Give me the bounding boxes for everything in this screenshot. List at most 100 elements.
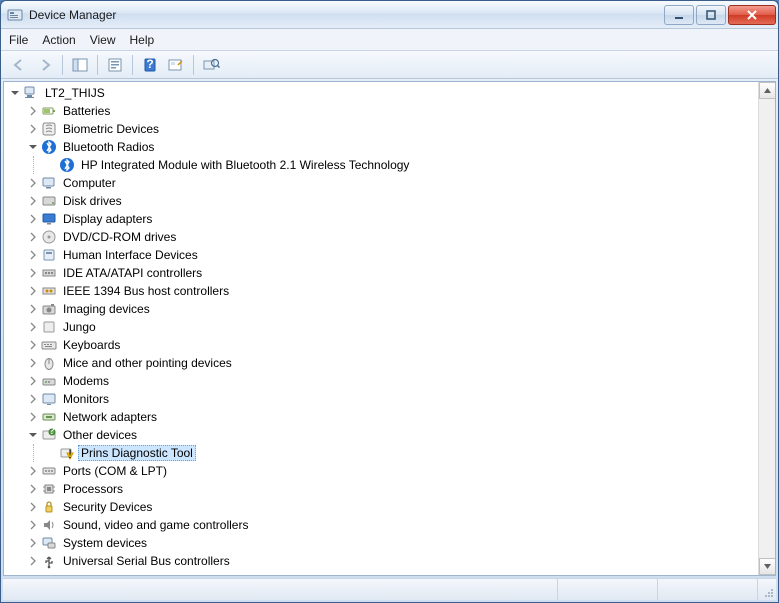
- display-icon: [41, 211, 57, 227]
- expand-icon[interactable]: [26, 500, 40, 514]
- category-label[interactable]: Human Interface Devices: [60, 247, 201, 263]
- resize-grip[interactable]: [758, 579, 776, 600]
- expand-icon[interactable]: [26, 284, 40, 298]
- bluetooth-icon: [41, 139, 57, 155]
- expand-icon[interactable]: [26, 464, 40, 478]
- properties-button[interactable]: [103, 54, 127, 76]
- expand-icon[interactable]: [26, 176, 40, 190]
- category-label[interactable]: Bluetooth Radios: [60, 139, 157, 155]
- category-label[interactable]: Biometric Devices: [60, 121, 162, 137]
- menubar: File Action View Help: [1, 29, 778, 51]
- category-label[interactable]: Modems: [60, 373, 112, 389]
- menu-help[interactable]: Help: [130, 33, 155, 47]
- tree-device: !Prins Diagnostic Tool: [44, 444, 758, 462]
- root-label[interactable]: LT2_THIJS: [42, 85, 108, 101]
- category-label[interactable]: Security Devices: [60, 499, 155, 515]
- maximize-button[interactable]: [696, 5, 726, 25]
- system-icon: [41, 535, 57, 551]
- scroll-up-button[interactable]: [759, 82, 776, 99]
- expand-icon[interactable]: [26, 212, 40, 226]
- warning-icon: !: [59, 445, 75, 461]
- expand-icon[interactable]: [26, 338, 40, 352]
- category-label[interactable]: Imaging devices: [60, 301, 153, 317]
- expand-icon[interactable]: [26, 266, 40, 280]
- scroll-down-button[interactable]: [759, 558, 776, 575]
- tree-spacer: [44, 446, 58, 460]
- category-label[interactable]: Batteries: [60, 103, 113, 119]
- device-label[interactable]: Prins Diagnostic Tool: [78, 445, 196, 461]
- expand-icon[interactable]: [26, 302, 40, 316]
- back-button[interactable]: [7, 54, 31, 76]
- category-label[interactable]: Jungo: [60, 319, 99, 335]
- device-label[interactable]: HP Integrated Module with Bluetooth 2.1 …: [78, 157, 412, 173]
- tree-root: LT2_THIJS Batteries Biometric Devices Bluet…: [8, 84, 758, 570]
- expand-icon[interactable]: [26, 518, 40, 532]
- collapse-icon[interactable]: [26, 428, 40, 442]
- expand-icon[interactable]: [26, 320, 40, 334]
- expand-icon[interactable]: [26, 122, 40, 136]
- expand-icon[interactable]: [26, 410, 40, 424]
- expand-icon[interactable]: [26, 230, 40, 244]
- update-driver-button[interactable]: [199, 54, 223, 76]
- expand-icon[interactable]: [26, 536, 40, 550]
- scan-hardware-button[interactable]: [164, 54, 188, 76]
- menu-view[interactable]: View: [90, 33, 116, 47]
- tree-category: Processors: [26, 480, 758, 498]
- category-label[interactable]: System devices: [60, 535, 150, 551]
- collapse-icon[interactable]: [8, 86, 22, 100]
- category-label[interactable]: Disk drives: [60, 193, 125, 209]
- firewire-icon: [41, 283, 57, 299]
- device-tree[interactable]: LT2_THIJS Batteries Biometric Devices Bluet…: [4, 82, 758, 575]
- expand-icon[interactable]: [26, 194, 40, 208]
- status-cell: [558, 579, 658, 600]
- category-label[interactable]: Monitors: [60, 391, 112, 407]
- tree-category: Security Devices: [26, 498, 758, 516]
- device-manager-window: Device Manager File Action View Help: [0, 0, 779, 603]
- tree-category: Sound, video and game controllers: [26, 516, 758, 534]
- show-hide-console-tree-button[interactable]: [68, 54, 92, 76]
- expand-icon[interactable]: [26, 482, 40, 496]
- menu-action[interactable]: Action: [42, 33, 75, 47]
- expand-icon[interactable]: [26, 374, 40, 388]
- toolbar-separator: [132, 55, 133, 75]
- toolbar-separator: [193, 55, 194, 75]
- category-label[interactable]: Universal Serial Bus controllers: [60, 553, 233, 569]
- category-label[interactable]: Mice and other pointing devices: [60, 355, 235, 371]
- tree-category: Biometric Devices: [26, 120, 758, 138]
- expand-icon[interactable]: [26, 104, 40, 118]
- computer-icon: [41, 175, 57, 191]
- category-label[interactable]: Network adapters: [60, 409, 160, 425]
- tree-category: Human Interface Devices: [26, 246, 758, 264]
- expand-icon[interactable]: [26, 356, 40, 370]
- close-button[interactable]: [728, 5, 776, 25]
- vertical-scrollbar[interactable]: [758, 82, 775, 575]
- category-label[interactable]: DVD/CD-ROM drives: [60, 229, 179, 245]
- forward-button[interactable]: [33, 54, 57, 76]
- help-button[interactable]: ?: [138, 54, 162, 76]
- minimize-button[interactable]: [664, 5, 694, 25]
- window-title: Device Manager: [29, 8, 664, 22]
- toolbar-separator: [62, 55, 63, 75]
- expand-icon[interactable]: [26, 554, 40, 568]
- tree-category: Network adapters: [26, 408, 758, 426]
- tree-category: ?Other devices!Prins Diagnostic Tool: [26, 426, 758, 462]
- expand-icon[interactable]: [26, 248, 40, 262]
- status-cell: [658, 579, 758, 600]
- category-label[interactable]: Display adapters: [60, 211, 155, 227]
- category-label[interactable]: IEEE 1394 Bus host controllers: [60, 283, 232, 299]
- menu-file[interactable]: File: [9, 33, 28, 47]
- collapse-icon[interactable]: [26, 140, 40, 154]
- camera-icon: [41, 301, 57, 317]
- mouse-icon: [41, 355, 57, 371]
- titlebar[interactable]: Device Manager: [1, 1, 778, 29]
- category-label[interactable]: Ports (COM & LPT): [60, 463, 170, 479]
- category-label[interactable]: Processors: [60, 481, 126, 497]
- category-label[interactable]: IDE ATA/ATAPI controllers: [60, 265, 205, 281]
- category-label[interactable]: Sound, video and game controllers: [60, 517, 251, 533]
- category-label[interactable]: Computer: [60, 175, 119, 191]
- expand-icon[interactable]: [26, 392, 40, 406]
- status-cell: [3, 579, 558, 600]
- category-label[interactable]: Keyboards: [60, 337, 123, 353]
- category-label[interactable]: Other devices: [60, 427, 140, 443]
- tree-category: Universal Serial Bus controllers: [26, 552, 758, 570]
